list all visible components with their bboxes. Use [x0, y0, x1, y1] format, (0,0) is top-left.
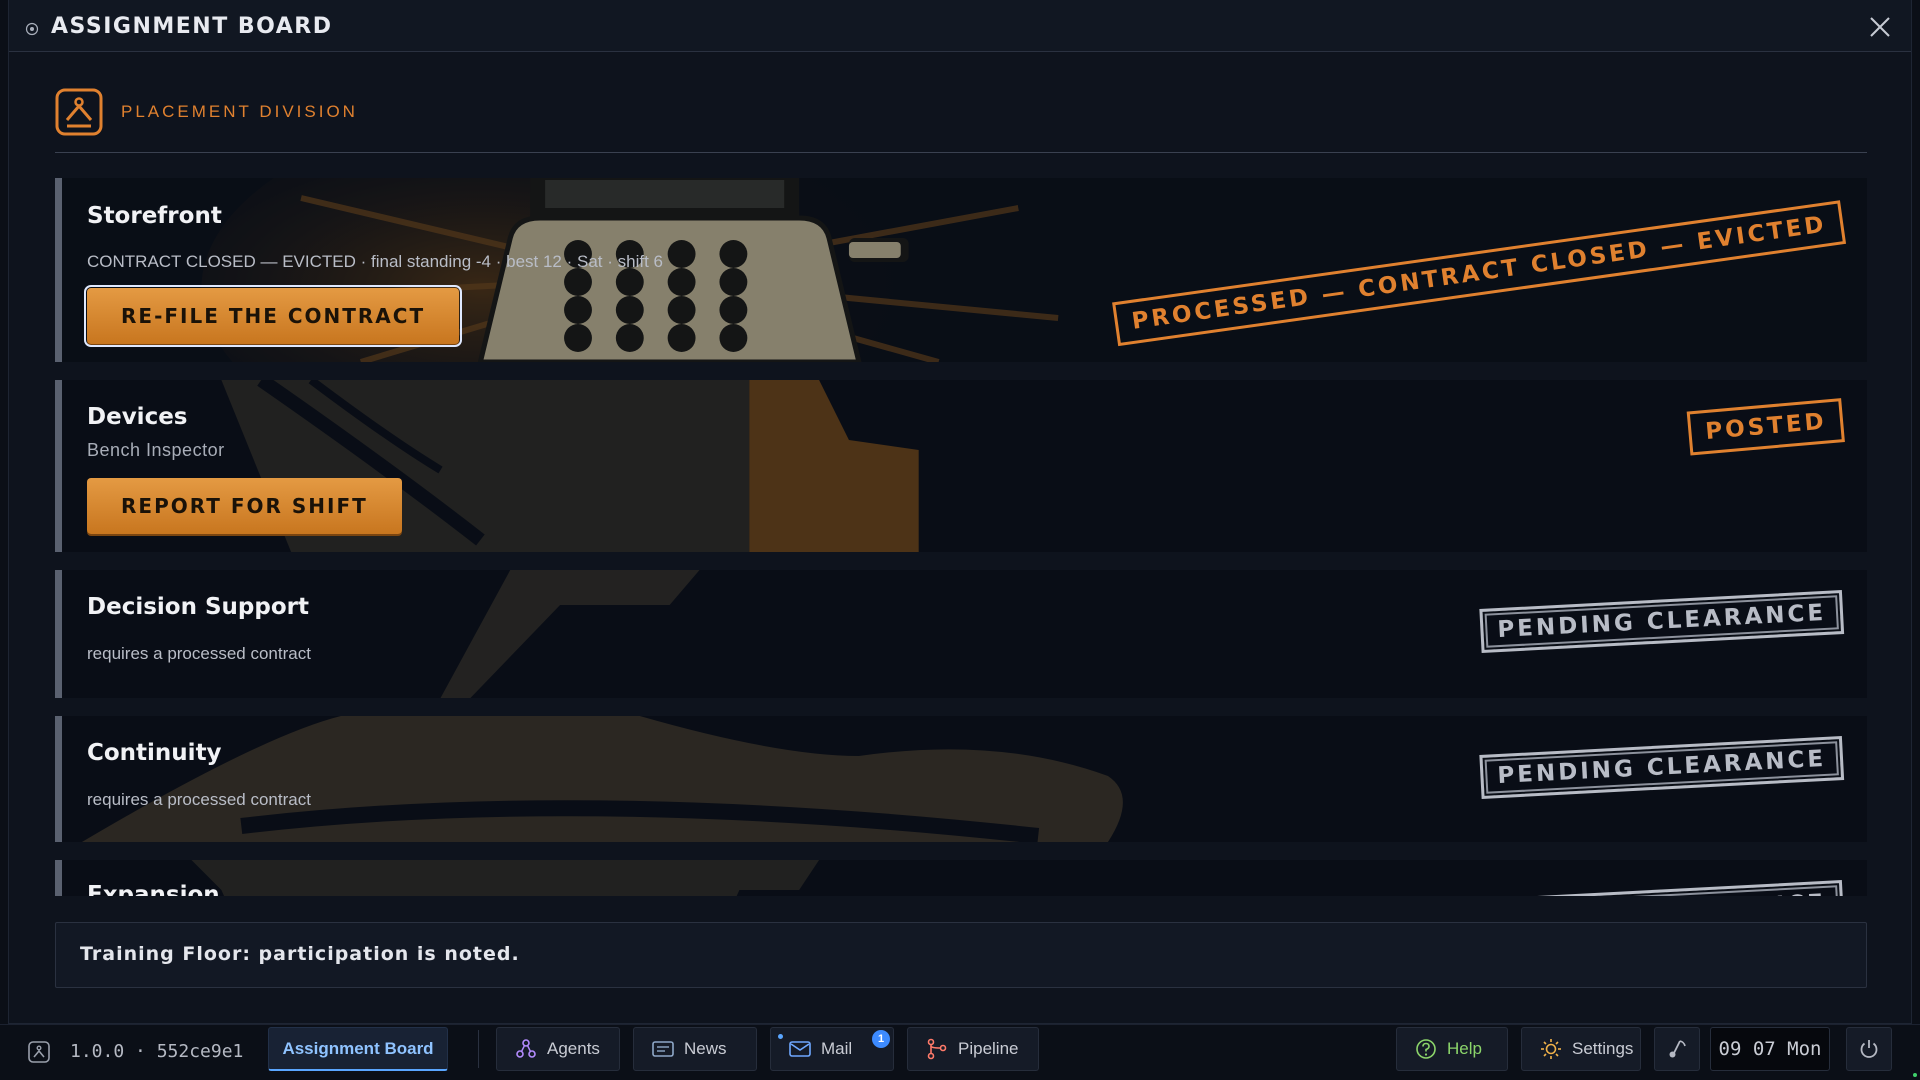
power-button[interactable]	[1846, 1027, 1892, 1071]
assignment-board-window: ASSIGNMENT BOARD PLACEMENT DIVISION Stor…	[8, 0, 1912, 1024]
settings-label: Settings	[1572, 1039, 1634, 1058]
clock-display: 09 07 Mon	[1710, 1027, 1830, 1071]
assignment-status: CONTRACT CLOSED — EVICTED · final standi…	[87, 252, 663, 271]
pipeline-icon	[927, 1038, 947, 1060]
header-divider	[55, 152, 1867, 153]
expansion-illustration	[62, 860, 1867, 896]
assignment-card-decision-support: Decision Support requires a processed co…	[55, 570, 1867, 698]
tab-assignment-board[interactable]: Assignment Board	[268, 1027, 448, 1071]
pipeline-label: Pipeline	[958, 1039, 1019, 1058]
window-title: ASSIGNMENT BOARD	[51, 14, 333, 39]
assignment-title: Storefront	[87, 203, 222, 229]
report-for-shift-button[interactable]: REPORT FOR SHIFT	[87, 478, 402, 534]
assignment-title: Continuity	[87, 740, 222, 766]
division-label: PLACEMENT DIVISION	[121, 102, 358, 121]
pipeline-button[interactable]: Pipeline	[907, 1027, 1039, 1071]
news-button[interactable]: News	[633, 1027, 757, 1071]
news-label: News	[684, 1039, 727, 1058]
title-bar: ASSIGNMENT BOARD	[9, 0, 1911, 52]
music-note-icon	[1669, 1040, 1686, 1058]
assignment-title: Devices	[87, 404, 188, 430]
notice-text: Training Floor: participation is noted.	[80, 943, 520, 965]
mail-icon	[789, 1041, 811, 1057]
music-button[interactable]	[1654, 1027, 1700, 1071]
mail-unread-dot	[778, 1034, 783, 1039]
assignment-card-devices: Devices Bench Inspector REPORT FOR SHIFT…	[55, 380, 1867, 552]
sun-settings-icon	[1541, 1039, 1561, 1059]
target-icon	[25, 22, 39, 36]
assignment-requirement: requires a processed contract	[87, 644, 311, 663]
mail-label: Mail	[821, 1039, 853, 1058]
assignment-card-expansion: Expansion PENDING CLEARANCE	[55, 860, 1867, 896]
assignment-card-continuity: Continuity requires a processed contract…	[55, 716, 1867, 842]
version-label: 1.0.0 · 552ce9e1	[70, 1041, 244, 1062]
agents-label: Agents	[547, 1039, 600, 1058]
assignment-requirement: requires a processed contract	[87, 790, 311, 809]
tab-label: Assignment Board	[282, 1038, 434, 1058]
division-logo-icon	[55, 88, 103, 136]
help-button[interactable]: Help	[1396, 1027, 1508, 1071]
assignment-list[interactable]: Storefront CONTRACT CLOSED — EVICTED · f…	[55, 178, 1867, 896]
assignment-title: Expansion	[87, 882, 220, 896]
agents-button[interactable]: Agents	[496, 1027, 620, 1071]
status-indicator	[1913, 1073, 1917, 1077]
mail-badge: 1	[872, 1030, 890, 1048]
assignment-title: Decision Support	[87, 594, 309, 620]
refile-contract-button[interactable]: RE-FILE THE CONTRACT	[83, 285, 463, 347]
app-logo-icon[interactable]	[28, 1041, 50, 1063]
assignment-card-storefront: Storefront CONTRACT CLOSED — EVICTED · f…	[55, 178, 1867, 362]
power-icon	[1860, 1040, 1878, 1058]
news-icon	[652, 1041, 674, 1057]
notice-bar: Training Floor: participation is noted.	[55, 922, 1867, 988]
agents-icon	[516, 1039, 536, 1058]
taskbar-separator	[478, 1030, 479, 1068]
help-label: Help	[1447, 1039, 1482, 1058]
help-icon	[1416, 1039, 1436, 1059]
assignment-role: Bench Inspector	[87, 440, 225, 460]
close-icon[interactable]	[1867, 14, 1893, 40]
settings-button[interactable]: Settings	[1521, 1027, 1641, 1071]
